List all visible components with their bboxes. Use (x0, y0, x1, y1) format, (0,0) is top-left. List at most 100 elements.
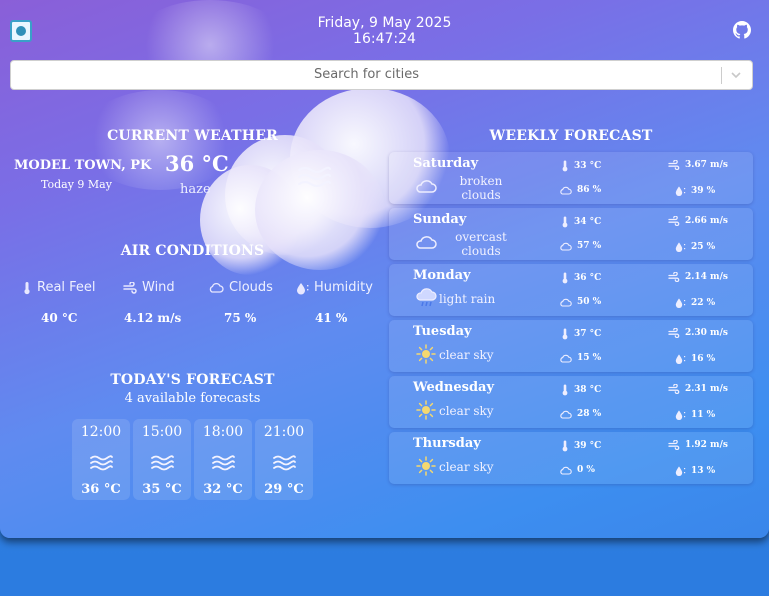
stat-value: 13 % (691, 466, 716, 476)
humidity-icon (675, 354, 686, 364)
stat-value: 57 % (577, 241, 602, 251)
hourly-forecast-card: 21:00 29 °C (255, 419, 313, 500)
forecast-wind: 2.31 m/s (668, 384, 728, 394)
wind-icon (668, 328, 680, 338)
condition-line: clouds (461, 188, 501, 202)
weekly-forecast-row: Saturday broken clouds 33 °C 3.67 m/s 86 % 39 … (389, 152, 753, 204)
sun-icon (415, 400, 437, 420)
stat-value: 11 % (691, 410, 716, 420)
weekly-forecast-title: WEEKLY FORECAST (489, 128, 653, 144)
header-time: 16:47:24 (353, 31, 416, 47)
wind-icon (668, 272, 680, 282)
forecast-temp: 38 °C (561, 384, 601, 396)
forecast-day: Sunday (413, 212, 467, 227)
hourly-forecast-card: 12:00 36 °C (72, 419, 130, 500)
forecast-clouds: 15 % (559, 353, 601, 363)
forecast-condition: clear sky (439, 460, 494, 474)
header-date: Friday, 9 May 2025 (317, 15, 452, 31)
thermometer-icon (562, 160, 568, 172)
stat-value: 0 % (577, 465, 595, 475)
real-feel-value: 40 °C (41, 311, 78, 325)
forecast-condition: broken clouds (441, 174, 521, 202)
forecast-temp: 34 °C (561, 216, 601, 228)
stat-value: 28 % (577, 409, 602, 419)
search-input[interactable]: Search for cities (11, 61, 722, 89)
wind-value: 4.12 m/s (124, 311, 182, 325)
forecast-wind: 1.92 m/s (668, 440, 728, 450)
air-conditions-title: AIR CONDITIONS (120, 243, 265, 259)
stat-value: 16 % (691, 354, 716, 364)
weather-app: Friday, 9 May 2025 16:47:24 Search for c… (0, 0, 769, 538)
forecast-condition: clear sky (439, 348, 494, 362)
stat-value: 39 °C (574, 441, 602, 451)
forecast-day: Saturday (413, 156, 479, 171)
humidity-icon (297, 282, 309, 294)
forecast-wind: 2.30 m/s (668, 328, 728, 338)
forecast-temp: 29 °C (264, 482, 304, 497)
forecast-humidity: 25 % (675, 241, 715, 253)
wind-icon (668, 440, 680, 450)
forecast-humidity: 22 % (675, 297, 715, 309)
github-icon[interactable] (733, 21, 751, 39)
stat-value: 2.14 m/s (685, 272, 728, 282)
forecast-condition: clear sky (439, 404, 494, 418)
condition-line: clouds (461, 244, 501, 258)
clouds-label: Clouds (208, 280, 273, 295)
humidity-icon (675, 466, 686, 476)
thermometer-icon (24, 281, 30, 294)
date-time: Friday, 9 May 2025 16:47:24 (0, 15, 769, 47)
current-date: Today 9 May (41, 178, 112, 191)
forecast-wind: 3.67 m/s (668, 160, 728, 170)
condition-line: clear sky (439, 404, 494, 418)
air-item-label: Humidity (314, 280, 373, 295)
humidity-value: 41 % (315, 311, 348, 325)
stat-value: 86 % (577, 185, 602, 195)
forecast-clouds: 0 % (559, 465, 595, 475)
hourly-forecast-card: 18:00 32 °C (194, 419, 252, 500)
thermometer-icon (562, 328, 568, 340)
humidity-icon (675, 298, 686, 308)
forecast-day: Thursday (413, 436, 481, 451)
condition-line: overcast (455, 230, 507, 244)
hourly-forecast-card: 15:00 35 °C (133, 419, 191, 500)
forecast-time: 18:00 (202, 424, 244, 440)
forecast-time: 21:00 (263, 424, 305, 440)
chevron-down-icon[interactable] (729, 68, 743, 82)
current-temperature: 36 °C (165, 151, 229, 176)
forecast-temp: 37 °C (561, 328, 601, 340)
forecast-humidity: 11 % (675, 409, 715, 421)
forecast-temp: 36 °C (561, 272, 601, 284)
real-feel-label: Real Feel (22, 280, 96, 295)
city-name: MODEL TOWN, PK (14, 158, 152, 173)
humidity-icon (675, 186, 686, 196)
wind-icon (668, 216, 680, 226)
haze-icon (212, 455, 235, 471)
stat-value: 1.92 m/s (685, 440, 728, 450)
thermometer-icon (562, 384, 568, 396)
rain-icon (415, 288, 437, 308)
forecast-day: Tuesday (413, 324, 472, 339)
condition-line: clear sky (439, 460, 494, 474)
forecast-clouds: 86 % (559, 185, 601, 195)
forecast-condition: light rain (439, 292, 495, 306)
city-search[interactable]: Search for cities (10, 60, 753, 90)
stat-value: 50 % (577, 297, 602, 307)
air-item-label: Real Feel (37, 280, 96, 295)
weekly-forecast-row: Tuesday clear sky 37 °C 2.30 m/s 15 % 16 % (389, 320, 753, 372)
haze-icon (298, 166, 331, 187)
cloud-icon (560, 242, 572, 251)
todays-forecast-title: TODAY'S FORECAST (110, 372, 275, 388)
forecast-day: Wednesday (413, 380, 495, 395)
clouds-value: 75 % (224, 311, 257, 325)
forecast-clouds: 28 % (559, 409, 601, 419)
stat-value: 38 °C (574, 385, 602, 395)
stat-value: 37 °C (574, 329, 602, 339)
weekly-forecast-row: Monday light rain 36 °C 2.14 m/s 50 % 22 % (389, 264, 753, 316)
forecast-day: Monday (413, 268, 471, 283)
forecast-count: 4 available forecasts (124, 391, 261, 406)
forecast-humidity: 13 % (675, 465, 715, 477)
wind-icon (668, 160, 680, 170)
forecast-temp: 36 °C (81, 482, 121, 497)
forecast-clouds: 50 % (559, 297, 601, 307)
forecast-condition: overcast clouds (441, 230, 521, 258)
